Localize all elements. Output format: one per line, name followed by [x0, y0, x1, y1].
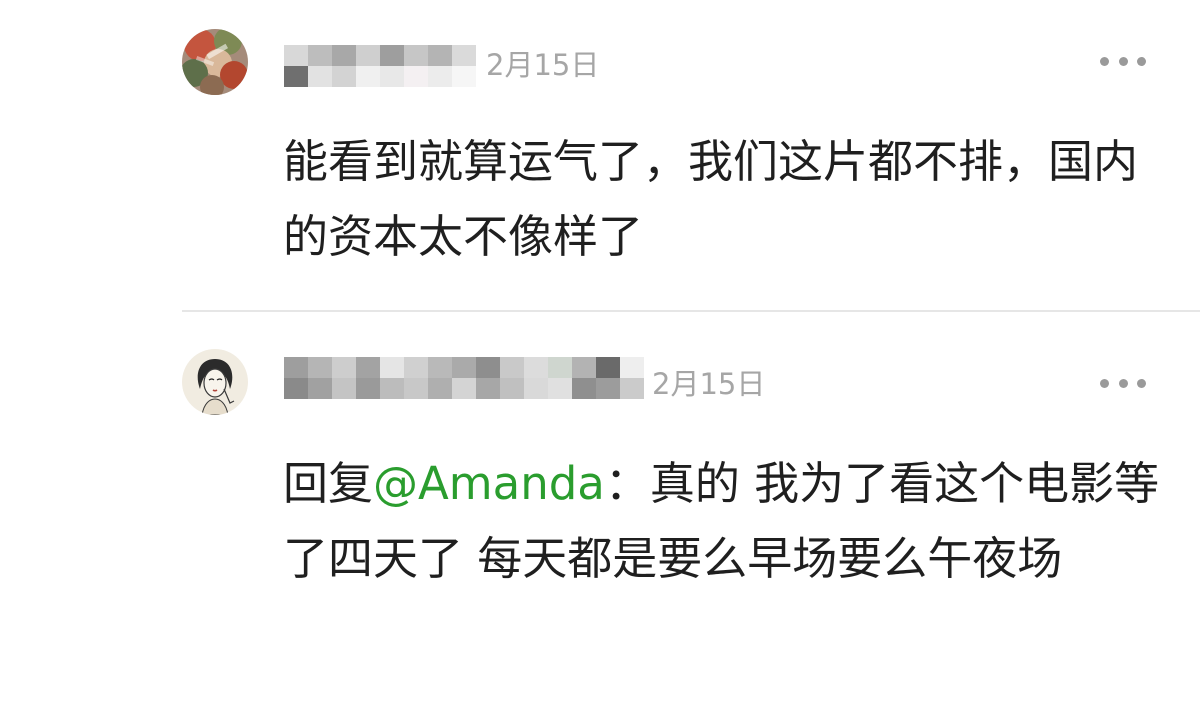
avatar-image [182, 349, 248, 415]
more-dots-icon [1118, 378, 1128, 388]
more-dots-icon [1137, 378, 1146, 388]
avatar[interactable] [182, 29, 248, 95]
more-options-button[interactable] [1100, 378, 1146, 388]
username-blurred[interactable] [284, 357, 646, 399]
comment-date: 2月15日 [486, 48, 600, 82]
more-options-button[interactable] [1100, 56, 1146, 66]
comment-date: 2月15日 [652, 367, 766, 401]
more-dots-icon [1100, 56, 1109, 66]
more-dots-icon [1100, 378, 1109, 388]
avatar-image [182, 29, 248, 95]
avatar[interactable] [182, 349, 248, 415]
more-dots-icon [1137, 56, 1146, 66]
comment-thread: 2月15日 能看到就算运气了，我们这片都不排，国内的资本太不像样了 2月15日 … [0, 0, 1200, 705]
comment-text: 能看到就算运气了，我们这片都不排，国内的资本太不像样了 [283, 135, 1139, 263]
mention-link[interactable]: @Amanda [373, 457, 605, 510]
reply-prefix: 回复 [283, 457, 374, 510]
comment-item: 2月15日 回复@Amanda：真的 我为了看这个电影等了四天了 每天都是要么早… [0, 312, 1200, 705]
comment-text: 回复@Amanda：真的 我为了看这个电影等了四天了 每天都是要么早场要么午夜场 [283, 446, 1163, 596]
username-blurred[interactable] [284, 45, 480, 87]
comment-item: 2月15日 能看到就算运气了，我们这片都不排，国内的资本太不像样了 [0, 0, 1200, 312]
more-dots-icon [1118, 56, 1128, 66]
